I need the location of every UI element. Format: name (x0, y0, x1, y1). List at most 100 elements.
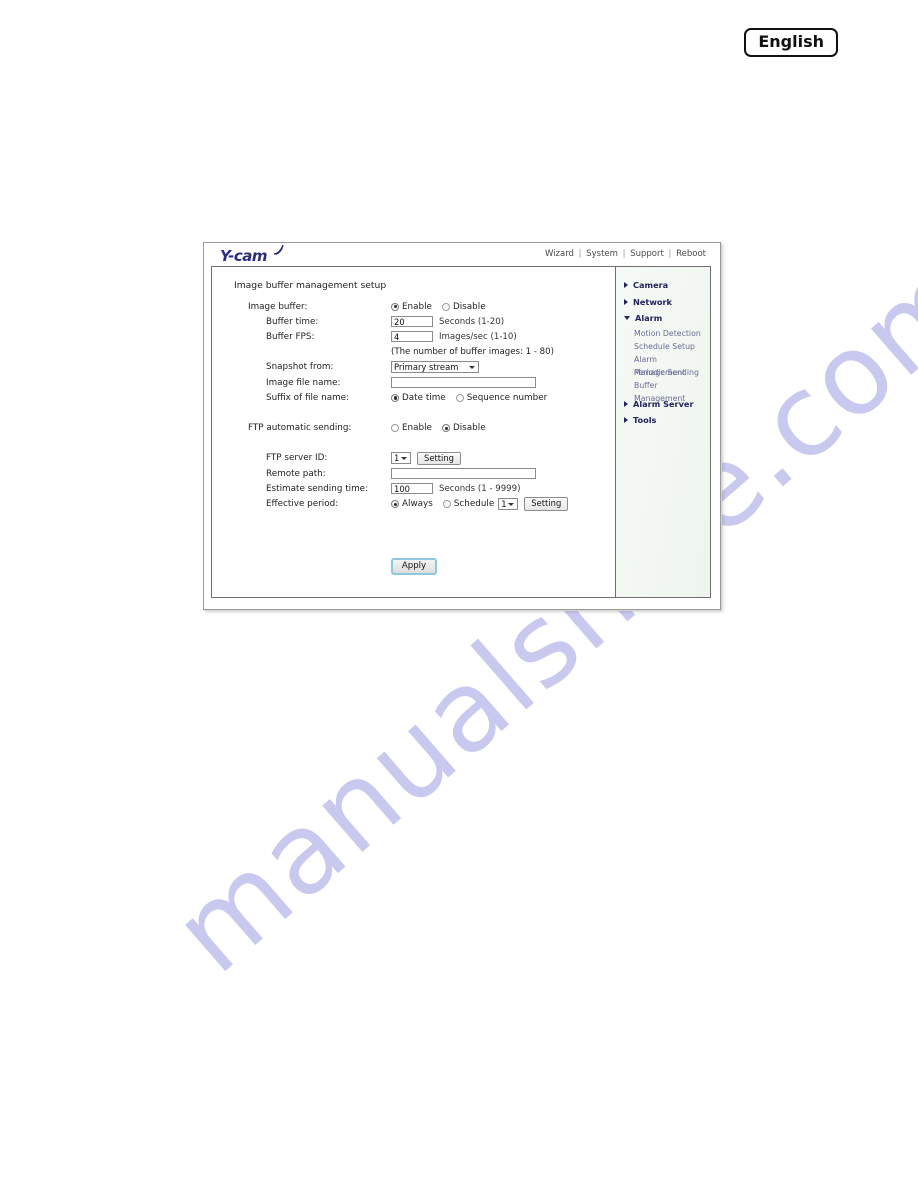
row-buffer-fps: Buffer FPS: 4 Images/sec (1-10) (212, 329, 616, 344)
row-buffer-time: Buffer time: 20 Seconds (1-20) (212, 314, 616, 329)
chevron-down-icon (469, 365, 475, 369)
settings-form: Image buffer: Enable Disable Buffer time… (212, 299, 616, 512)
remote-path-control (391, 468, 536, 480)
image-buffer-enable-radio[interactable] (391, 302, 399, 311)
chevron-right-icon (624, 298, 628, 305)
sidebar-item-tools[interactable]: Tools (616, 412, 710, 429)
apply-button[interactable]: Apply (390, 558, 438, 575)
effective-period-setting-button[interactable]: Setting (524, 497, 569, 511)
buffer-images-note: (The number of buffer images: 1 - 80) (391, 347, 554, 358)
top-link-wizard[interactable]: Wizard (545, 249, 574, 259)
suffix-sequence-number-radio[interactable] (455, 393, 464, 402)
top-link-reboot[interactable]: Reboot (676, 249, 706, 259)
label-estimate-sending-time: Estimate sending time: (266, 483, 369, 494)
estimate-sending-time-hint: Seconds (1 - 9999) (439, 483, 521, 494)
ycam-logo: Y-cam (220, 247, 268, 265)
row-suffix-of-file-name: Suffix of file name: Date time Sequence … (212, 390, 616, 405)
row-spacer-1 (212, 405, 616, 420)
row-ftp-server-id: FTP server ID: 1 Setting (212, 451, 616, 466)
ftp-server-id-select[interactable]: 1 (391, 452, 411, 465)
page-title: Image buffer management setup (234, 280, 387, 291)
sidebar-item-label: Alarm Server (633, 398, 694, 409)
apply-button-wrap: Apply (212, 553, 616, 575)
row-effective-period: Effective period: Always Schedule 1 Sett… (212, 496, 616, 511)
sidebar-item-periodic-sending[interactable]: Periodic Sending (616, 366, 710, 379)
top-link-support[interactable]: Support (630, 249, 664, 259)
suffix-radio-group: Date time Sequence number (391, 393, 557, 403)
ftp-server-id-value: 1 (394, 453, 400, 464)
buffer-time-control: 20 Seconds (1-20) (391, 316, 505, 328)
sidebar-item-buffer-management[interactable]: Buffer Management (616, 379, 710, 403)
ftp-enable-label[interactable]: Enable (402, 423, 432, 433)
ftp-disable-label[interactable]: Disable (453, 423, 486, 433)
wifi-swoosh-icon (273, 245, 284, 255)
effective-period-always-radio[interactable] (391, 500, 399, 509)
buffer-time-hint: Seconds (1-20) (439, 316, 505, 327)
buffer-fps-control: 4 Images/sec (1-10) (391, 331, 517, 343)
label-image-file-name: Image file name: (266, 377, 341, 388)
row-image-buffer: Image buffer: Enable Disable (212, 299, 616, 314)
image-buffer-disable-label[interactable]: Disable (453, 302, 486, 312)
camera-web-ui-window: Y-cam Wizard | System | Support | Reboot… (203, 242, 721, 610)
effective-period-control: Always Schedule 1 Setting (391, 497, 569, 511)
sidebar-nav: Camera Network Alarm Motion Detection Sc… (616, 267, 710, 429)
sidebar-item-label: Alarm (635, 313, 663, 324)
estimate-sending-time-control: 100 Seconds (1 - 9999) (391, 483, 521, 495)
top-nav-links: Wizard | System | Support | Reboot (545, 249, 706, 259)
label-buffer-time: Buffer time: (266, 316, 319, 327)
sidebar-pane: Camera Network Alarm Motion Detection Sc… (615, 266, 711, 598)
buffer-time-input[interactable]: 20 (391, 316, 433, 328)
image-file-name-input[interactable] (391, 377, 536, 389)
link-separator-2: | (622, 249, 626, 259)
image-file-name-control (391, 377, 536, 389)
language-badge[interactable]: English (744, 28, 838, 58)
ftp-server-id-control: 1 Setting (391, 451, 461, 466)
chevron-down-icon (401, 456, 407, 460)
image-buffer-enable-label[interactable]: Enable (402, 302, 432, 312)
effective-period-schedule-select[interactable]: 1 (498, 498, 519, 511)
app-header: Y-cam Wizard | System | Support | Reboot (206, 245, 714, 266)
sidebar-item-label: Tools (633, 415, 657, 426)
sidebar-item-alarm[interactable]: Alarm (616, 310, 710, 327)
sidebar-item-alarm-server[interactable]: Alarm Server (616, 396, 710, 413)
image-buffer-radio-group: Enable Disable (391, 302, 496, 312)
link-separator-1: | (578, 249, 582, 259)
effective-period-always-label[interactable]: Always (402, 499, 433, 509)
sidebar-item-network[interactable]: Network (616, 294, 710, 311)
snapshot-from-select[interactable]: Primary stream (391, 361, 479, 374)
sidebar-item-label: Network (633, 296, 672, 307)
row-image-file-name: Image file name: (212, 375, 616, 390)
effective-period-schedule-label[interactable]: Schedule (454, 499, 494, 509)
row-remote-path: Remote path: (212, 466, 616, 481)
window-inner: Y-cam Wizard | System | Support | Reboot… (206, 245, 714, 603)
chevron-down-icon (508, 502, 515, 506)
snapshot-from-value: Primary stream (394, 362, 459, 373)
suffix-date-time-radio[interactable] (391, 393, 399, 402)
remote-path-input[interactable] (391, 468, 536, 480)
ftp-enable-radio[interactable] (391, 424, 399, 433)
ftp-server-setting-button[interactable]: Setting (417, 451, 461, 466)
label-buffer-fps: Buffer FPS: (266, 331, 315, 342)
sidebar-item-schedule-setup[interactable]: Schedule Setup (616, 340, 710, 353)
suffix-date-time-label[interactable]: Date time (402, 393, 446, 403)
row-buffer-images-note: (The number of buffer images: 1 - 80) (212, 345, 616, 360)
row-spacer-2 (212, 436, 616, 451)
chevron-right-icon (624, 282, 628, 289)
buffer-fps-input[interactable]: 4 (391, 331, 433, 343)
label-image-buffer: Image buffer: (248, 301, 308, 312)
label-remote-path: Remote path: (266, 468, 326, 479)
row-ftp-automatic-sending: FTP automatic sending: Enable Disable (212, 421, 616, 436)
sidebar-item-motion-detection[interactable]: Motion Detection (616, 327, 710, 340)
sidebar-item-camera[interactable]: Camera (616, 277, 710, 294)
label-snapshot-from: Snapshot from: (266, 362, 334, 373)
estimate-sending-time-input[interactable]: 100 (391, 483, 433, 495)
sidebar-item-alarm-management[interactable]: Alarm Management (616, 353, 710, 377)
snapshot-from-control: Primary stream (391, 361, 479, 374)
effective-period-schedule-radio[interactable] (442, 500, 451, 509)
chevron-down-icon (624, 316, 630, 321)
label-effective-period: Effective period: (266, 499, 339, 510)
ftp-disable-radio[interactable] (441, 424, 450, 433)
suffix-sequence-number-label[interactable]: Sequence number (467, 393, 548, 403)
image-buffer-disable-radio[interactable] (441, 302, 450, 311)
top-link-system[interactable]: System (586, 249, 618, 259)
